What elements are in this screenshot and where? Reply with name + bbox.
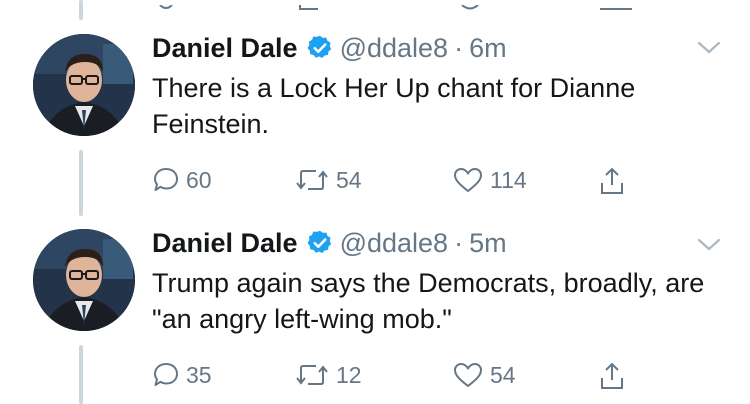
like-button[interactable]: 114 bbox=[452, 166, 527, 194]
like-count: 54 bbox=[490, 361, 516, 388]
reply-button[interactable]: 35 bbox=[152, 361, 212, 389]
verified-icon bbox=[307, 35, 331, 59]
share-button[interactable] bbox=[598, 361, 626, 391]
retweet-button[interactable]: 12 bbox=[294, 361, 362, 389]
like-icon bbox=[454, 363, 482, 387]
handle[interactable]: @ddale8 bbox=[340, 227, 449, 259]
like-count: 114 bbox=[490, 166, 527, 193]
chevron-down-icon[interactable] bbox=[696, 40, 722, 56]
display-name[interactable]: Daniel Dale bbox=[152, 32, 298, 64]
handle[interactable]: @ddale8 bbox=[340, 32, 449, 64]
tweet-text: There is a Lock Her Up chant for Dianne … bbox=[152, 73, 636, 139]
timestamp[interactable]: 5m bbox=[469, 227, 507, 259]
share-icon bbox=[601, 167, 623, 194]
avatar[interactable] bbox=[33, 229, 135, 331]
tweet-actions: 60 54 114 bbox=[152, 166, 652, 200]
profile-photo bbox=[33, 229, 135, 331]
reply-count: 60 bbox=[186, 166, 212, 193]
reply-button[interactable]: 60 bbox=[152, 166, 212, 194]
retweet-count: 12 bbox=[336, 361, 362, 388]
share-button[interactable] bbox=[598, 166, 626, 196]
share-icon bbox=[601, 362, 623, 389]
tweet[interactable]: Daniel Dale @ddale8 · 5m Trump again say… bbox=[0, 205, 750, 404]
retweet-count: 54 bbox=[336, 166, 362, 193]
display-name[interactable]: Daniel Dale bbox=[152, 227, 298, 259]
chevron-down-icon[interactable] bbox=[696, 237, 722, 253]
reply-count: 35 bbox=[186, 361, 212, 388]
tweet-header: Daniel Dale @ddale8 · 5m bbox=[152, 227, 507, 259]
tweet[interactable]: Daniel Dale @ddale8 · 6m There is a Lock… bbox=[0, 0, 750, 205]
avatar[interactable] bbox=[33, 34, 135, 136]
separator: · bbox=[454, 33, 464, 63]
timestamp[interactable]: 6m bbox=[469, 32, 507, 64]
tweet-actions: 35 12 54 bbox=[152, 361, 652, 395]
like-button[interactable]: 54 bbox=[452, 361, 516, 389]
like-icon bbox=[454, 168, 482, 192]
retweet-icon bbox=[296, 170, 328, 190]
separator: · bbox=[454, 228, 464, 258]
verified-icon bbox=[307, 230, 331, 254]
retweet-icon bbox=[296, 365, 328, 385]
tweet-text: Trump again says the Democrats, broadly,… bbox=[152, 268, 705, 334]
reply-icon bbox=[154, 363, 178, 386]
tweet-header: Daniel Dale @ddale8 · 6m bbox=[152, 32, 507, 64]
profile-photo bbox=[33, 34, 135, 136]
retweet-button[interactable]: 54 bbox=[294, 166, 362, 194]
reply-icon bbox=[154, 168, 178, 191]
